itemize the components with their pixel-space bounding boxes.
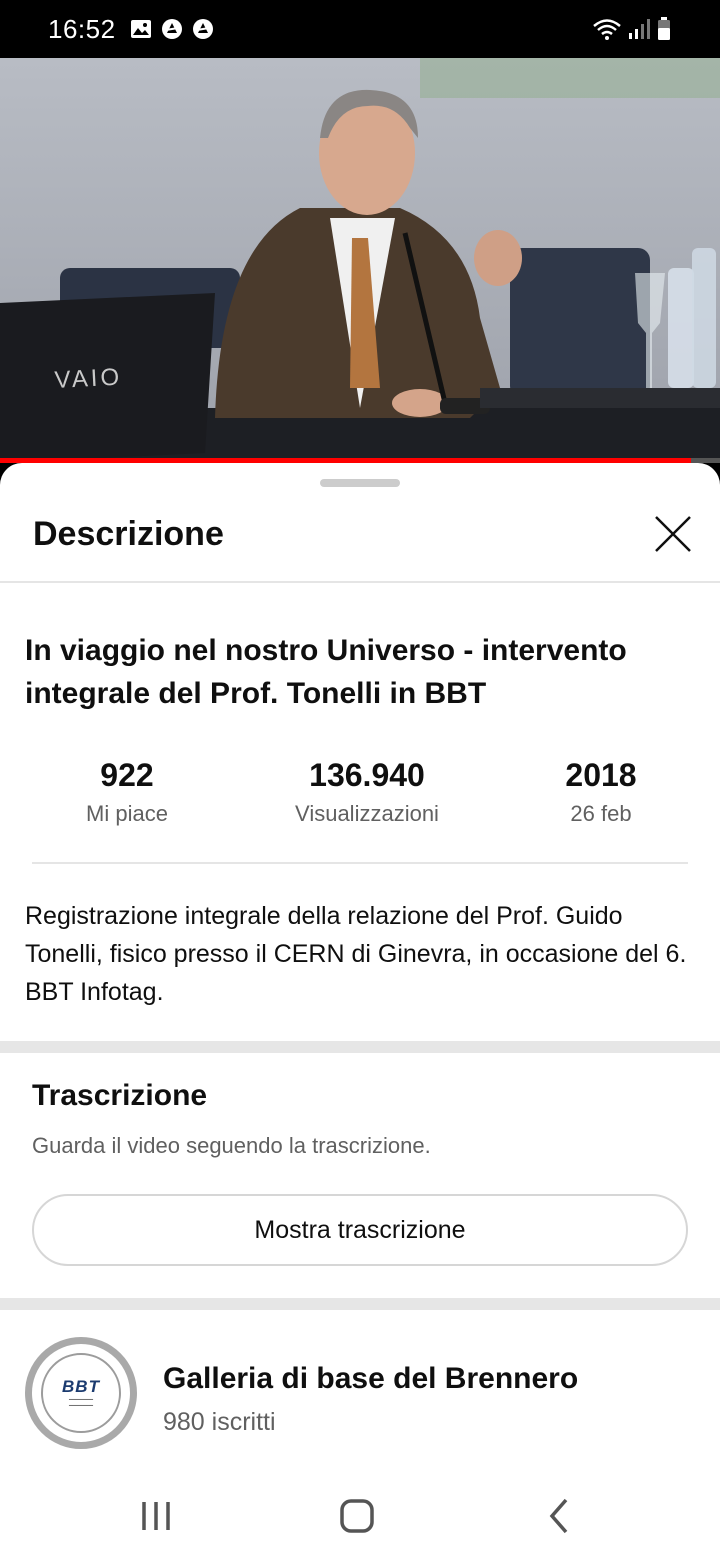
- channel-avatar[interactable]: BBT ━━━━━━━━ ━━━━━━━━: [25, 1337, 137, 1449]
- status-time: 16:52: [48, 13, 116, 44]
- video-title: In viaggio nel nostro Universo - interve…: [25, 634, 627, 710]
- recent-apps-icon[interactable]: [132, 1492, 180, 1540]
- bbt-logo: BBT: [62, 1377, 100, 1396]
- transcript-subtitle: Guarda il video seguendo la trascrizione…: [32, 1133, 431, 1158]
- description-text: Registrazione integrale della relazione …: [25, 902, 687, 1006]
- close-icon[interactable]: [652, 513, 694, 555]
- home-icon[interactable]: [333, 1492, 381, 1540]
- navigation-bar: [0, 1470, 720, 1560]
- app-icon: [161, 19, 182, 39]
- channel-subscribers: 980 iscritti: [163, 1408, 276, 1436]
- notification-icons: [130, 18, 214, 40]
- date-stat: 2018 26 feb: [530, 755, 672, 827]
- show-transcript-button[interactable]: Mostra trascrizione: [32, 1194, 688, 1266]
- views-label: Visualizzazioni: [295, 801, 439, 826]
- video-frame: VAIO: [0, 58, 720, 463]
- transcript-title: Trascrizione: [32, 1079, 208, 1112]
- sheet-title: Descrizione: [33, 515, 224, 553]
- publish-date: 26 feb: [570, 801, 632, 826]
- bbt-logo-lines: ━━━━━━━━ ━━━━━━━━: [68, 1397, 94, 1409]
- status-bar: 16:52: [0, 0, 720, 58]
- video-player[interactable]: VAIO: [0, 58, 720, 463]
- views-stat: 136.940 Visualizzazioni: [257, 755, 477, 827]
- channel-row[interactable]: BBT ━━━━━━━━ ━━━━━━━━ Galleria di base de…: [0, 1310, 720, 1470]
- section-separator: [0, 1298, 720, 1310]
- wifi-icon: [593, 19, 621, 40]
- app-icon: [192, 19, 213, 39]
- svg-text:VAIO: VAIO: [54, 363, 123, 393]
- description-sheet: Descrizione In viaggio nel nostro Univer…: [0, 463, 720, 1470]
- publish-year: 2018: [565, 757, 637, 793]
- likes-stat: 922 Mi piace: [52, 755, 202, 827]
- sheet-header: Descrizione: [0, 503, 720, 583]
- views-count: 136.940: [309, 757, 425, 793]
- channel-name[interactable]: Galleria di base del Brennero: [163, 1362, 578, 1396]
- divider: [32, 862, 688, 864]
- system-icons: [592, 16, 672, 42]
- section-separator: [0, 1041, 720, 1053]
- drag-handle[interactable]: [320, 479, 400, 487]
- avatar-logo: BBT ━━━━━━━━ ━━━━━━━━: [41, 1353, 121, 1433]
- battery-icon: [658, 17, 670, 40]
- likes-label: Mi piace: [86, 801, 168, 826]
- gallery-icon: [130, 20, 151, 38]
- signal-icon: [629, 19, 650, 39]
- back-icon[interactable]: [536, 1492, 584, 1540]
- likes-count: 922: [100, 757, 154, 793]
